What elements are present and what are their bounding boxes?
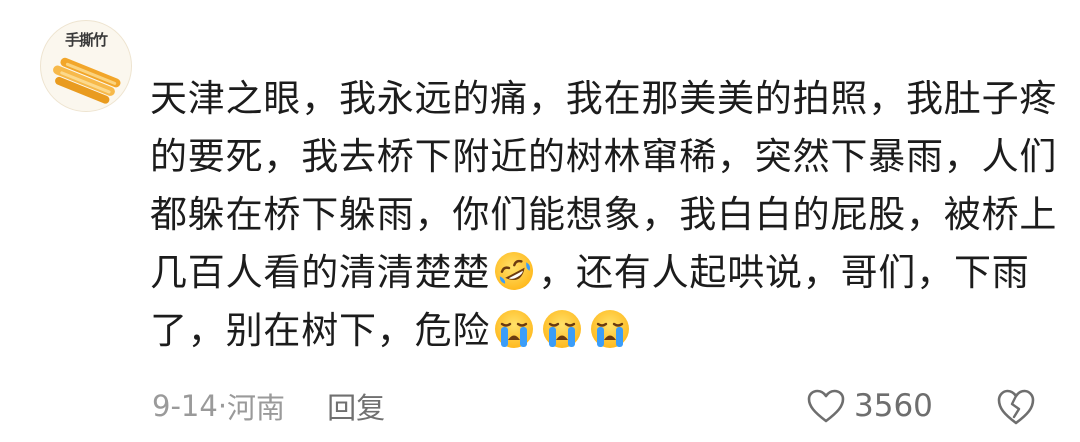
comment-meta: 9-14 · 河南 回复	[152, 386, 385, 426]
comment-line: 天津之眼，我永远的痛，我在那美美的拍照，我肚子疼	[150, 77, 1058, 120]
meta-separator: ·	[217, 389, 228, 423]
comment-line-segment: 几百人看的清清楚楚	[150, 251, 491, 294]
rolling-on-floor-laughing-emoji	[495, 252, 534, 290]
loudly-crying-face-emoji	[495, 310, 534, 348]
comment-text: 天津之眼，我永远的痛，我在那美美的拍照，我肚子疼 的要死，我去桥下附近的树林窜稀…	[150, 70, 1058, 360]
heart-outline-icon	[807, 389, 845, 423]
comment-line-segment: 了，别在树下，危险	[150, 309, 491, 352]
dislike-button[interactable]	[994, 384, 1038, 428]
loudly-crying-face-emoji	[591, 310, 630, 348]
comment-line: 的要死，我去桥下附近的树林窜稀，突然下暴雨，人们	[150, 135, 1058, 178]
loudly-crying-face-emoji	[543, 310, 582, 348]
avatar-logo-text: 手撕竹	[64, 31, 108, 49]
comment-line-with-emoji: 几百人看的清清楚楚 ，还有人起哄说，哥们，下雨	[150, 244, 1050, 302]
like-count: 3560	[854, 388, 933, 424]
comment-date: 9-14	[152, 389, 218, 423]
avatar[interactable]: 手撕竹	[40, 20, 132, 112]
comment-line: 都躲在桥下躲雨，你们能想象，我白白的屁股，被桥上	[150, 193, 1058, 236]
reply-button[interactable]: 回复	[327, 385, 385, 427]
comment-line-with-emoji: 了，别在树下，危险	[150, 302, 1050, 360]
comment-line-segment: ，还有人起哄说，哥们，下雨	[538, 251, 1030, 294]
broken-heart-outline-icon	[997, 389, 1035, 425]
comment-location: 河南	[227, 391, 286, 425]
like-button[interactable]: 3560	[806, 384, 933, 428]
